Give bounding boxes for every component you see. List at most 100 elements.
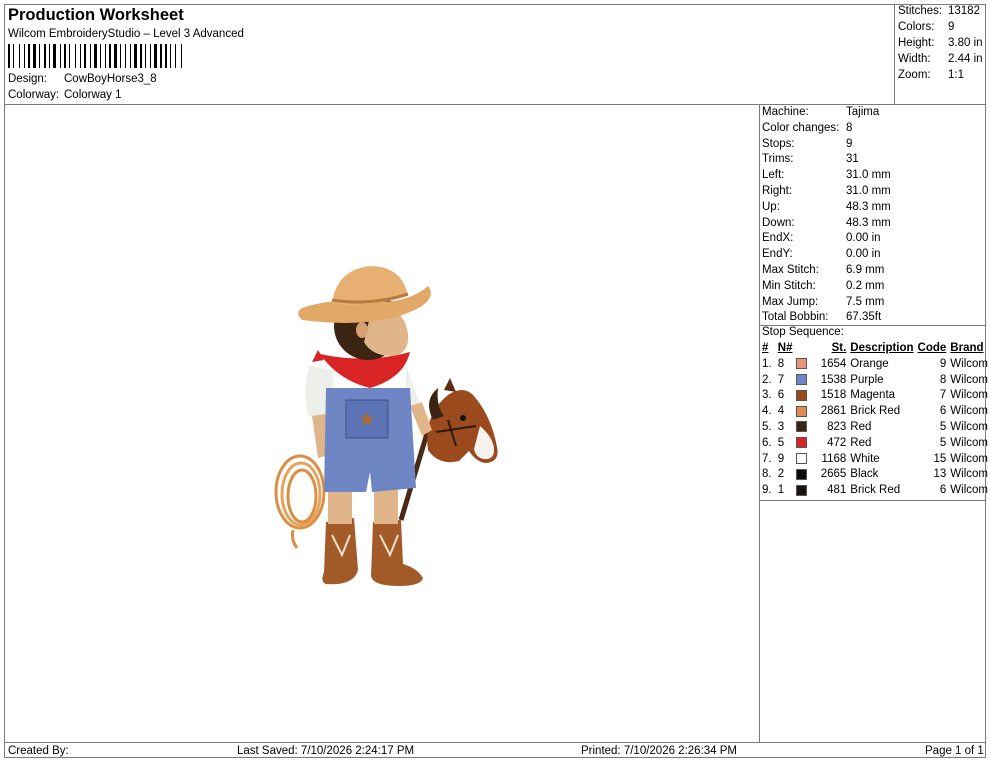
stop-row: 9. 1 481 Brick Red 6 Wilcom bbox=[760, 483, 990, 499]
barcode-bar bbox=[109, 44, 111, 68]
printed-date: Printed: 7/10/2026 2:26:34 PM bbox=[581, 745, 737, 757]
stop-stitches: 1518 bbox=[820, 389, 847, 402]
stop-stitches: 1654 bbox=[820, 357, 847, 370]
barcode-bar bbox=[90, 44, 91, 68]
stop-needle-number: 6 bbox=[777, 389, 785, 402]
design-preview: ★ bbox=[274, 266, 498, 586]
barcode-bar bbox=[112, 44, 113, 68]
stop-description: Red bbox=[850, 420, 872, 433]
header-divider bbox=[4, 104, 986, 105]
stop-code: 5 bbox=[939, 420, 947, 433]
barcode-bar bbox=[21, 44, 23, 68]
height-value: 3.80 in bbox=[948, 37, 983, 49]
stop-needle: 3 bbox=[776, 420, 809, 436]
barcode-bar bbox=[69, 44, 70, 68]
lasso bbox=[274, 454, 326, 549]
stop-row: 3. 6 1518 Magenta 7 Wilcom bbox=[760, 388, 990, 404]
stop-index: 8. bbox=[762, 468, 772, 481]
barcode-bar bbox=[33, 44, 36, 68]
color-swatch bbox=[796, 389, 808, 401]
color-swatch bbox=[796, 421, 808, 433]
barcode-bar bbox=[125, 44, 126, 68]
ear bbox=[356, 322, 368, 338]
stops-divider bbox=[759, 500, 986, 501]
stop-row: 2. 7 1538 Purple 8 Wilcom bbox=[760, 373, 990, 389]
barcode-bar bbox=[80, 44, 81, 68]
barcode-bar bbox=[102, 44, 104, 68]
barcode-bar bbox=[75, 44, 76, 68]
stop-description: Brick Red bbox=[850, 484, 901, 497]
stop-index: 6. bbox=[762, 436, 772, 449]
last-saved: Last Saved: 7/10/2026 2:24:17 PM bbox=[237, 745, 415, 757]
zoom-label: Zoom: bbox=[898, 69, 931, 81]
stop-index: 3. bbox=[762, 389, 772, 402]
stop-description: Orange bbox=[850, 357, 889, 370]
design-label: Design: bbox=[8, 73, 47, 85]
footer-divider bbox=[4, 742, 986, 743]
stop-stitches: 823 bbox=[827, 420, 847, 433]
stop-needle-number: 9 bbox=[777, 452, 785, 465]
color-swatch bbox=[796, 405, 808, 417]
barcode-bar bbox=[158, 44, 159, 68]
stop-stitches: 481 bbox=[827, 484, 847, 497]
stop-index: 5. bbox=[762, 420, 772, 433]
barcode-bar bbox=[51, 44, 52, 68]
barcode-bar bbox=[31, 44, 32, 68]
stop-needle-number: 8 bbox=[777, 357, 785, 370]
barcode-bar bbox=[37, 44, 38, 68]
barcode-bar bbox=[130, 44, 131, 68]
stop-index: 9. bbox=[762, 484, 772, 497]
color-swatch bbox=[796, 453, 808, 465]
stop-sequence-label: Stop Sequence: bbox=[762, 326, 844, 338]
barcode-bar bbox=[60, 44, 61, 68]
barcode-bar bbox=[8, 44, 10, 68]
stop-stitches: 2861 bbox=[820, 405, 847, 418]
barcode-bar bbox=[172, 44, 174, 68]
stop-needle: 6 bbox=[776, 388, 809, 404]
stop-sequence-header: # N# St. Description Code Brand bbox=[762, 342, 984, 354]
barcode-bar bbox=[41, 44, 43, 68]
stop-row: 4. 4 2861 Brick Red 6 Wilcom bbox=[760, 404, 990, 420]
stop-code: 5 bbox=[939, 436, 947, 449]
barcode-bar bbox=[98, 44, 99, 68]
barcode-bar bbox=[26, 44, 27, 68]
color-swatch bbox=[796, 374, 808, 386]
stop-needle-number: 5 bbox=[777, 436, 785, 449]
stitches-value: 13182 bbox=[948, 5, 980, 17]
stop-description: White bbox=[850, 452, 880, 465]
stop-brand: Wilcom bbox=[950, 420, 988, 433]
stop-brand: Wilcom bbox=[950, 436, 988, 449]
barcode-bar bbox=[57, 44, 59, 68]
barcode-bar bbox=[100, 44, 101, 68]
barcode-bar bbox=[132, 44, 133, 68]
color-swatch bbox=[796, 437, 808, 449]
color-swatch bbox=[796, 358, 808, 370]
colors-value: 9 bbox=[948, 21, 955, 33]
stop-needle-number: 2 bbox=[777, 468, 785, 481]
barcode-bar bbox=[140, 44, 142, 68]
barcode-bar bbox=[160, 44, 162, 68]
barcode-bar bbox=[170, 44, 171, 68]
stop-code: 8 bbox=[939, 373, 947, 386]
barcode-bar bbox=[134, 44, 137, 68]
barcode-bar bbox=[147, 44, 149, 68]
barcode-bar bbox=[127, 44, 129, 68]
software-name: Wilcom EmbroideryStudio – Level 3 Advanc… bbox=[8, 28, 244, 40]
stop-code: 6 bbox=[939, 484, 947, 497]
stop-description: Purple bbox=[850, 373, 884, 386]
page-number: Page 1 of 1 bbox=[925, 745, 984, 757]
barcode-bar bbox=[13, 44, 14, 68]
stop-row: 7. 9 1168 White 15 Wilcom bbox=[760, 452, 990, 468]
barcode bbox=[8, 44, 208, 68]
barcode-bar bbox=[62, 44, 63, 68]
barcode-bar bbox=[152, 44, 153, 68]
barcode-bar bbox=[183, 44, 184, 68]
barcode-bar bbox=[11, 44, 12, 68]
barcode-bar bbox=[165, 44, 167, 68]
cowboy-hat bbox=[298, 266, 431, 323]
barcode-bar bbox=[24, 44, 25, 68]
stop-brand: Wilcom bbox=[950, 484, 988, 497]
stop-code: 15 bbox=[933, 452, 947, 465]
stop-description: Brick Red bbox=[850, 405, 901, 418]
barcode-bar bbox=[87, 44, 89, 68]
